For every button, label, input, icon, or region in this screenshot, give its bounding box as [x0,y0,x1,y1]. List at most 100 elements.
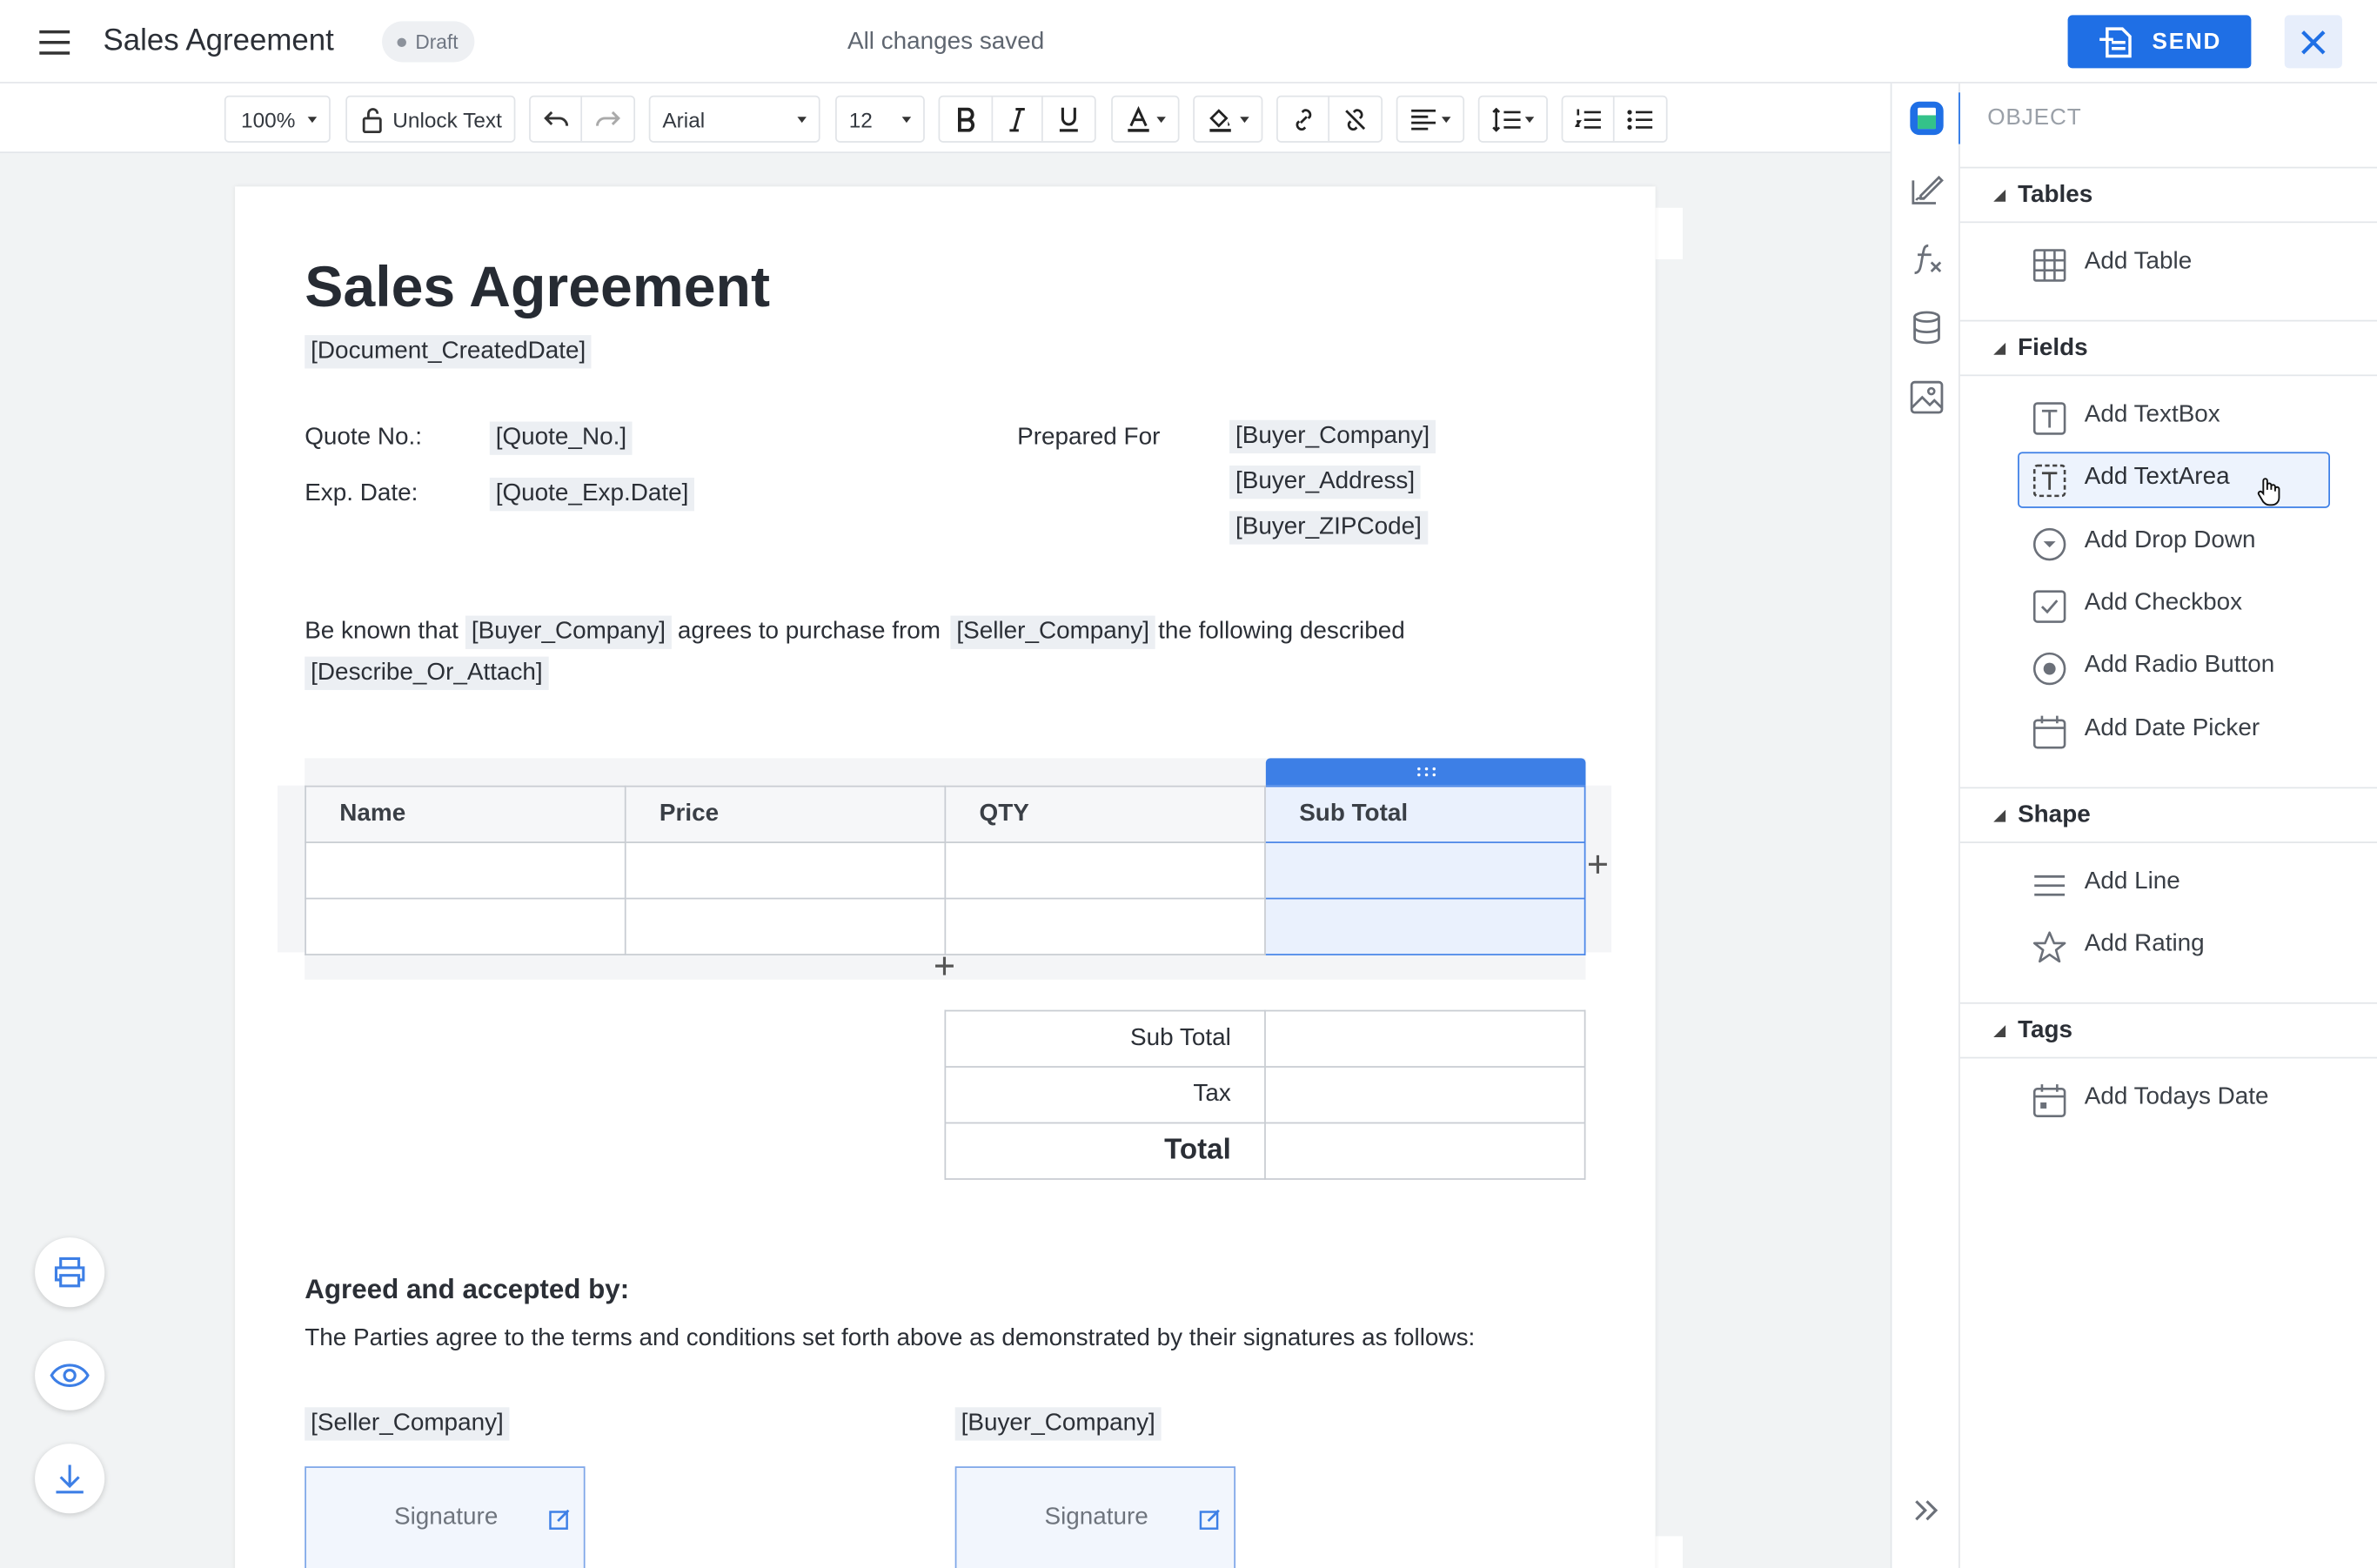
menu-icon[interactable] [37,24,73,61]
add-checkbox-item[interactable]: Add Checkbox [2018,578,2330,633]
exp-date-tag[interactable]: [Quote_Exp.Date] [489,477,695,512]
column-header-name[interactable]: Name [305,785,626,843]
plus-icon [1587,854,1608,874]
item-label: Add TextBox [2084,401,2220,428]
database-tab-icon[interactable] [1909,310,1945,346]
objects-tab-icon[interactable] [1909,100,1945,137]
align-left-icon [1397,107,1436,131]
table-cell[interactable] [624,897,947,955]
collapse-triangle-icon [1993,342,2006,355]
font-family-select[interactable]: Arial [648,95,820,143]
numbered-list-button[interactable] [1563,97,1615,142]
table-cell[interactable] [305,897,626,955]
preview-button[interactable] [35,1340,105,1411]
column-header-subtotal[interactable]: Sub Total [1264,785,1586,843]
seller-company-tag[interactable]: [Seller_Company] [305,1407,510,1441]
history-group [529,95,636,143]
table-cell[interactable] [1264,841,1586,900]
zoom-select[interactable]: 100% [224,95,331,143]
add-todays-date-item[interactable]: Add Todays Date [2018,1072,2330,1128]
download-button[interactable] [35,1444,105,1514]
quote-no-tag[interactable]: [Quote_No.] [489,421,633,455]
tax-value[interactable] [1264,1066,1586,1124]
tax-label: Tax [944,1066,1266,1124]
checkbox-icon [2032,588,2068,625]
line-spacing-select[interactable] [1477,95,1548,143]
add-row-button[interactable] [934,955,954,976]
highlight-color-select[interactable] [1193,95,1263,143]
totals-table[interactable]: Sub Total Tax Total [944,1009,1586,1180]
intro-buyer-tag[interactable]: [Buyer_Company] [465,615,672,649]
bulleted-list-button[interactable] [1615,97,1666,142]
buyer-zip-tag[interactable]: [Buyer_ZIPCode] [1229,511,1428,545]
chevron-down-icon [901,117,912,124]
table-cell[interactable] [944,841,1266,900]
close-button[interactable] [2284,15,2342,69]
document-canvas[interactable]: Sales Agreement [Document_CreatedDate] Q… [0,153,1891,1568]
eye-icon [50,1362,90,1389]
total-value[interactable] [1264,1122,1586,1180]
created-date-tag[interactable]: [Document_CreatedDate] [305,335,593,369]
add-column-button[interactable] [1587,854,1608,874]
table-cell[interactable] [624,841,947,900]
item-label: Add Rating [2084,931,2205,957]
column-header-qty[interactable]: QTY [944,785,1266,843]
buyer-company-tag[interactable]: [Buyer_Company] [1229,419,1436,454]
section-shape[interactable]: Shape [1959,787,2377,843]
section-fields[interactable]: Fields [1959,319,2377,377]
table-cell[interactable] [1264,897,1586,955]
exp-date-label: Exp. Date: [305,480,418,507]
align-select[interactable] [1396,95,1465,143]
dropdown-icon [2032,526,2068,563]
remove-link-button[interactable] [1329,97,1381,142]
intro-seller-tag[interactable]: [Seller_Company] [950,615,1155,649]
document-page[interactable]: Sales Agreement [Document_CreatedDate] Q… [235,186,1656,1568]
add-textarea-item[interactable]: Add TextArea [2018,452,2330,508]
seller-signature-field[interactable]: Signature [305,1466,586,1568]
page-edge [1655,1536,1684,1568]
add-date-picker-item[interactable]: Add Date Picker [2018,704,2330,760]
add-textbox-item[interactable]: Add TextBox [2018,390,2330,446]
panel-tab-rail [1890,83,1962,1568]
signature-tab-icon[interactable] [1909,171,1945,208]
undo-button[interactable] [531,97,583,142]
add-radio-button-item[interactable]: Add Radio Button [2018,640,2330,695]
buyer-company-tag[interactable]: [Buyer_Company] [954,1407,1162,1441]
collapse-panel-icon[interactable] [1909,1492,1945,1529]
underline-button[interactable] [1043,97,1095,142]
redo-button[interactable] [582,97,633,142]
font-size-select[interactable]: 12 [835,95,925,143]
prepared-for-label: Prepared For [1017,424,1161,451]
document-heading[interactable]: Sales Agreement [305,253,770,323]
send-label: SEND [2152,29,2222,55]
buyer-signature-field[interactable]: Signature [954,1466,1236,1568]
text-color-select[interactable] [1111,95,1180,143]
line-spacing-icon [1480,106,1523,131]
formula-tab-icon[interactable] [1909,241,1945,278]
section-tables[interactable]: Tables [1959,166,2377,224]
table-cell[interactable] [305,841,626,900]
table-cell[interactable] [944,897,1266,955]
section-tags[interactable]: Tags [1959,1002,2377,1059]
page-edge [1655,207,1684,260]
buyer-address-tag[interactable]: [Buyer_Address] [1229,466,1422,499]
add-table-item[interactable]: Add Table [2018,237,2330,292]
subtotal-value[interactable] [1264,1009,1586,1068]
image-tab-icon[interactable] [1909,379,1945,416]
column-drag-handle[interactable] [1265,758,1586,786]
unlock-text-button[interactable]: Unlock Text [345,95,516,143]
chevron-down-icon [1441,117,1451,124]
add-dropdown-item[interactable]: Add Drop Down [2018,516,2330,572]
column-header-price[interactable]: Price [624,785,947,843]
document-title[interactable]: Sales Agreement [103,21,333,60]
add-rating-item[interactable]: Add Rating [2018,919,2330,975]
send-button[interactable]: SEND [2067,15,2252,69]
bold-button[interactable] [940,97,993,142]
items-table[interactable]: Name Price QTY Sub Total [305,785,1586,955]
print-button[interactable] [35,1237,105,1308]
insert-link-button[interactable] [1278,97,1330,142]
table-row [305,841,1586,900]
intro-describe-tag[interactable]: [Describe_Or_Attach] [305,656,549,690]
italic-button[interactable] [993,97,1044,142]
add-line-item[interactable]: Add Line [2018,857,2330,913]
